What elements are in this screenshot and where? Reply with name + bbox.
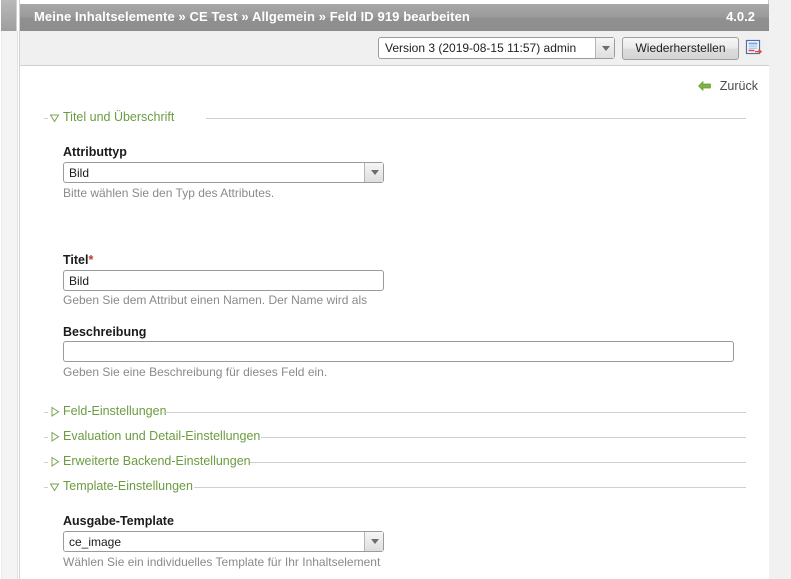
section-leader-dash	[44, 118, 48, 119]
attributtyp-value: Bild	[69, 166, 90, 180]
ausgabe-template-value: ce_image	[69, 535, 122, 549]
ausgabe-template-label: Ausgabe-Template	[63, 514, 174, 528]
app-window: Meine Inhaltselemente » CE Test » Allgem…	[0, 0, 791, 579]
triangle-right-icon	[49, 430, 60, 443]
section-label: Evaluation und Detail-Einstellungen	[63, 429, 267, 443]
attributtyp-label: Attributtyp	[63, 145, 127, 159]
chevron-down-icon[interactable]	[364, 532, 383, 551]
section-label: Template-Einstellungen	[63, 479, 199, 493]
document-export-icon[interactable]	[745, 39, 763, 57]
scrollbar-track[interactable]	[1, 31, 18, 579]
version-select-value: Version 3 (2019-08-15 11:57) admin	[385, 41, 577, 55]
titel-value: Bild	[69, 274, 90, 288]
section-rule	[206, 118, 746, 119]
titel-label-text: Titel	[63, 253, 89, 267]
content-panel: Meine Inhaltselemente » CE Test » Allgem…	[19, 0, 769, 579]
section-rule	[261, 437, 746, 438]
chevron-down-icon[interactable]	[364, 163, 383, 182]
section-leader-dash	[44, 412, 48, 413]
titel-hint: Geben Sie dem Attribut einen Namen. Der …	[63, 293, 368, 307]
arrow-left-icon	[698, 80, 712, 95]
ausgabe-template-select[interactable]: ce_image	[63, 531, 384, 552]
back-link[interactable]: Zurück	[698, 79, 758, 95]
beschreibung-input[interactable]	[63, 341, 734, 362]
triangle-right-icon	[49, 405, 60, 418]
restore-button[interactable]: Wiederherstellen	[622, 37, 739, 60]
ausgabe-template-hint: Wählen Sie ein individuelles Template fü…	[63, 555, 381, 569]
form-content: Zurück Titel und Überschrift Attributtyp…	[20, 66, 769, 579]
attributtyp-hint: Bitte wählen Sie den Typ des Attributes.	[63, 186, 275, 200]
section-label: Feld-Einstellungen	[63, 404, 173, 418]
section-label: Erweiterte Backend-Einstellungen	[63, 454, 257, 468]
section-leader-dash	[44, 437, 48, 438]
left-scrollbar[interactable]	[0, 0, 18, 579]
section-titel-und-ueberschrift[interactable]: Titel und Überschrift	[44, 110, 746, 126]
section-feld-einstellungen[interactable]: Feld-Einstellungen	[44, 404, 746, 420]
version-toolbar: Version 3 (2019-08-15 11:57) admin Wiede…	[20, 31, 769, 66]
required-marker: *	[88, 253, 94, 267]
app-version-badge: 4.0.2	[726, 9, 755, 24]
section-label: Titel und Überschrift	[63, 110, 181, 124]
beschreibung-label: Beschreibung	[63, 325, 147, 339]
section-rule	[163, 412, 746, 413]
beschreibung-hint: Geben Sie eine Beschreibung für dieses F…	[63, 365, 328, 379]
back-link-label: Zurück	[719, 79, 758, 93]
triangle-down-icon	[49, 111, 60, 124]
triangle-right-icon	[49, 455, 60, 468]
restore-button-label: Wiederherstellen	[635, 41, 726, 55]
section-erweiterte-backend-einstellungen[interactable]: Erweiterte Backend-Einstellungen	[44, 454, 746, 470]
triangle-down-icon	[49, 480, 60, 493]
version-select[interactable]: Version 3 (2019-08-15 11:57) admin	[378, 37, 615, 59]
page-background-right	[769, 0, 791, 579]
section-rule	[250, 462, 746, 463]
attributtyp-select[interactable]: Bild	[63, 162, 384, 183]
section-evaluation-und-detail-einstellungen[interactable]: Evaluation und Detail-Einstellungen	[44, 429, 746, 445]
chevron-down-icon[interactable]	[595, 38, 614, 58]
section-leader-dash	[44, 462, 48, 463]
window-titlebar: Meine Inhaltselemente » CE Test » Allgem…	[20, 4, 769, 31]
section-leader-dash	[44, 487, 48, 488]
titel-input[interactable]: Bild	[63, 270, 384, 291]
titel-label: Titel*	[63, 253, 93, 267]
section-template-einstellungen[interactable]: Template-Einstellungen	[44, 479, 746, 495]
section-rule	[194, 487, 746, 488]
breadcrumb: Meine Inhaltselemente » CE Test » Allgem…	[34, 9, 470, 24]
scrollbar-thumb[interactable]	[1, 0, 17, 31]
